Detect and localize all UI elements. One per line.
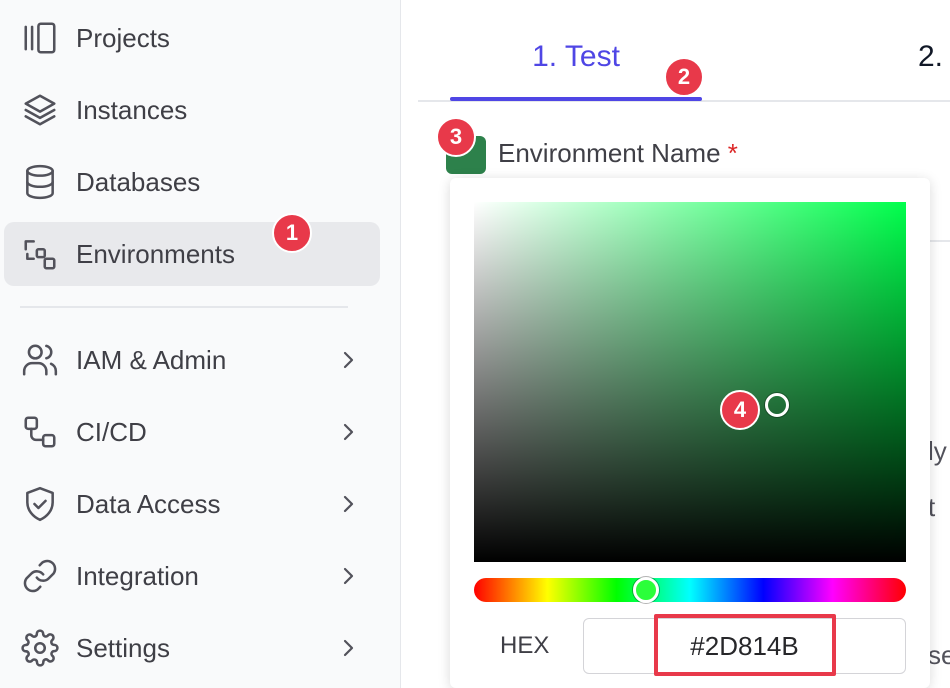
sidebar-item-label: Settings [76,632,170,663]
sidebar-item-label: Data Access [76,488,221,519]
chevron-right-icon [336,348,360,372]
tab-step-2[interactable]: 2. [918,40,943,74]
chevron-right-icon [336,492,360,516]
saturation-value-area[interactable] [474,202,906,562]
sidebar-item-label: IAM & Admin [76,344,227,375]
background-text: se [928,640,950,670]
tab-active-indicator [450,97,702,101]
annotation-badge-1: 1 [272,213,312,253]
users-icon [20,340,60,380]
environment-name-label-text: Environment Name [498,138,721,168]
color-picker-popover: HEX [450,178,930,688]
background-text: ly [928,436,947,466]
environments-icon [20,234,60,274]
database-icon [20,162,60,202]
sidebar-item-label: Databases [76,166,201,197]
saturation-cursor[interactable] [765,393,789,417]
shield-icon [20,484,60,524]
gear-icon [20,628,60,668]
sidebar-item-label: Integration [76,560,199,591]
chevron-right-icon [336,420,360,444]
projects-icon [20,18,60,58]
hex-input[interactable] [583,618,906,674]
link-icon [20,556,60,596]
annotation-badge-3: 3 [436,117,476,157]
required-mark: * [727,138,738,168]
input-border-fragment [928,240,950,242]
sidebar-item-environments[interactable]: Environments [4,222,380,286]
workflow-icon [20,412,60,452]
sidebar-item-label: Instances [76,94,188,125]
sidebar: Projects Instances Databases Environment… [0,0,401,688]
sidebar-item-databases[interactable]: Databases [4,150,380,214]
sidebar-item-iam-admin[interactable]: IAM & Admin [4,328,380,392]
sidebar-item-ci-cd[interactable]: CI/CD [4,400,380,464]
hue-slider-thumb[interactable] [633,577,659,603]
sidebar-item-instances[interactable]: Instances [4,78,380,142]
environment-name-label: Environment Name * [498,138,738,169]
sidebar-item-label: Environments [76,238,235,269]
sidebar-item-integration[interactable]: Integration [4,544,380,608]
sidebar-item-projects[interactable]: Projects [4,6,380,70]
layers-icon [20,90,60,130]
sidebar-item-label: CI/CD [76,416,147,447]
sidebar-item-data-access[interactable]: Data Access [4,472,380,536]
sidebar-item-label: Projects [76,22,170,53]
sidebar-item-settings[interactable]: Settings [4,616,380,680]
annotation-badge-2: 2 [664,57,704,97]
annotation-badge-4: 4 [720,390,760,430]
chevron-right-icon [336,636,360,660]
hue-slider[interactable] [474,578,906,602]
hex-label: HEX [500,632,550,659]
sidebar-divider [20,306,348,308]
chevron-right-icon [336,564,360,588]
